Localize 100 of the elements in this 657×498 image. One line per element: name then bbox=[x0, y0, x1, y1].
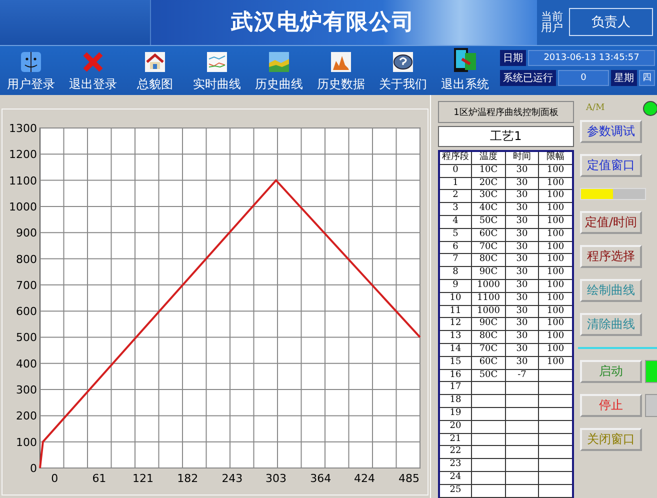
control-button[interactable]: 程序选择 bbox=[580, 245, 642, 268]
table-cell: 90C bbox=[472, 318, 506, 332]
line-chart-icon bbox=[206, 51, 228, 73]
toolbar-label: 总貌图 bbox=[137, 76, 173, 93]
table-cell bbox=[506, 408, 539, 421]
y-tick-label: 1300 bbox=[9, 122, 37, 135]
table-cell: 21 bbox=[440, 434, 472, 446]
y-tick-label: 700 bbox=[16, 278, 37, 292]
table-cell bbox=[472, 472, 506, 485]
table-cell: 10C bbox=[472, 164, 506, 178]
table-cell: 5 bbox=[440, 228, 472, 242]
current-user-label: 当前用户 bbox=[541, 11, 564, 34]
table-cell: 22 bbox=[440, 446, 472, 460]
table-cell: 6 bbox=[440, 242, 472, 254]
toolbar-label: 实时曲线 bbox=[193, 76, 241, 93]
table-cell: 1000 bbox=[472, 280, 506, 293]
table-cell: 4 bbox=[440, 216, 472, 229]
table-cell bbox=[506, 434, 539, 446]
table-cell: 100 bbox=[539, 164, 572, 178]
table-cell: 100 bbox=[539, 292, 572, 306]
table-cell: 100 bbox=[539, 344, 572, 357]
uptime-label: 系统已运行 bbox=[500, 70, 556, 86]
table-cell bbox=[472, 446, 506, 460]
table-cell: 1000 bbox=[472, 306, 506, 318]
table-cell: 100 bbox=[539, 178, 572, 190]
toolbar-label: 退出系统 bbox=[441, 76, 489, 93]
table-cell: 50C bbox=[472, 216, 506, 229]
table-cell bbox=[506, 446, 539, 460]
x-tick-label: 303 bbox=[266, 472, 287, 485]
toolbar-label: 关于我们 bbox=[379, 76, 427, 93]
toolbar-button[interactable]: 实时曲线 bbox=[186, 46, 248, 95]
table-cell: 90C bbox=[472, 267, 506, 280]
table-cell: 30 bbox=[506, 331, 539, 344]
y-tick-label: 1100 bbox=[9, 174, 37, 188]
toolbar-button[interactable]: 用户登录 bbox=[0, 46, 62, 95]
table-cell: 100 bbox=[539, 242, 572, 254]
table-cell: 11 bbox=[440, 306, 472, 318]
table-cell: 70C bbox=[472, 344, 506, 357]
x-tick-label: 0 bbox=[51, 472, 58, 485]
table-cell: 30 bbox=[506, 216, 539, 229]
y-tick-label: 300 bbox=[16, 384, 37, 397]
table-cell: 30 bbox=[506, 254, 539, 268]
toolbar-button[interactable]: 退出登录 bbox=[62, 46, 124, 95]
table-cell: 100 bbox=[539, 280, 572, 293]
table-cell: 9 bbox=[440, 280, 472, 293]
y-tick-label: 900 bbox=[16, 226, 37, 240]
column-header: 温度 bbox=[472, 152, 506, 165]
recipe-name: 工艺1 bbox=[438, 126, 574, 147]
cross-icon bbox=[82, 51, 104, 73]
table-cell: 100 bbox=[539, 216, 572, 229]
control-button[interactable]: 定值窗口 bbox=[580, 154, 642, 177]
table-cell: 1100 bbox=[472, 292, 506, 306]
y-tick-label: 500 bbox=[16, 331, 37, 344]
panel-title: 1区炉温程序曲线控制面板 bbox=[438, 101, 574, 123]
date-label: 日期 bbox=[500, 50, 526, 66]
weekday-label: 星期 bbox=[611, 70, 637, 86]
table-cell: 100 bbox=[539, 306, 572, 318]
table-cell: 12 bbox=[440, 318, 472, 332]
table-cell: 16 bbox=[440, 370, 472, 382]
table-cell: 60C bbox=[472, 228, 506, 242]
table-cell: 19 bbox=[440, 408, 472, 421]
table-cell: 3 bbox=[440, 203, 472, 216]
table-cell bbox=[472, 408, 506, 421]
table-cell: 1 bbox=[440, 178, 472, 190]
control-button[interactable]: 参数调试 bbox=[580, 120, 642, 143]
date-value: 2013-06-13 13:45:57 bbox=[528, 50, 655, 66]
table-cell: 7 bbox=[440, 254, 472, 268]
table-cell: 50C bbox=[472, 370, 506, 382]
y-tick-label: 100 bbox=[16, 436, 37, 449]
table-cell: 30 bbox=[506, 178, 539, 190]
y-tick-label: 1000 bbox=[9, 200, 37, 214]
table-cell: 80C bbox=[472, 254, 506, 268]
y-tick-label: 200 bbox=[16, 410, 37, 423]
table-cell: 100 bbox=[539, 331, 572, 344]
table-cell: 30 bbox=[506, 306, 539, 318]
mode-label: A/M bbox=[586, 103, 605, 113]
table-cell: 30 bbox=[506, 267, 539, 280]
toolbar-button[interactable]: 历史曲线 bbox=[248, 46, 310, 95]
table-cell bbox=[506, 459, 539, 472]
toolbar-button[interactable]: 关于我们 bbox=[372, 46, 434, 95]
x-tick-label: 424 bbox=[354, 472, 375, 485]
table-cell: 30 bbox=[506, 203, 539, 216]
toolbar-button[interactable]: 退出系统 bbox=[434, 46, 496, 95]
table-cell: 18 bbox=[440, 395, 472, 408]
current-user-field: 负责人 bbox=[569, 8, 653, 36]
table-cell: 100 bbox=[539, 318, 572, 332]
column-header: 时间 bbox=[506, 152, 539, 165]
table-cell bbox=[472, 420, 506, 434]
toolbar-button[interactable]: 历史数据 bbox=[310, 46, 372, 95]
toolbar-button[interactable]: 总貌图 bbox=[124, 46, 186, 95]
table-cell: 80C bbox=[472, 331, 506, 344]
table-cell: 23 bbox=[440, 459, 472, 472]
control-button[interactable]: 定值/时间 bbox=[580, 211, 642, 234]
table-cell: 40C bbox=[472, 203, 506, 216]
exit-door-icon bbox=[453, 47, 477, 73]
table-cell: 100 bbox=[539, 203, 572, 216]
table-cell bbox=[506, 382, 539, 396]
bar-chart-icon bbox=[330, 51, 352, 73]
table-cell: 100 bbox=[539, 254, 572, 268]
y-tick-label: 0 bbox=[30, 462, 37, 475]
